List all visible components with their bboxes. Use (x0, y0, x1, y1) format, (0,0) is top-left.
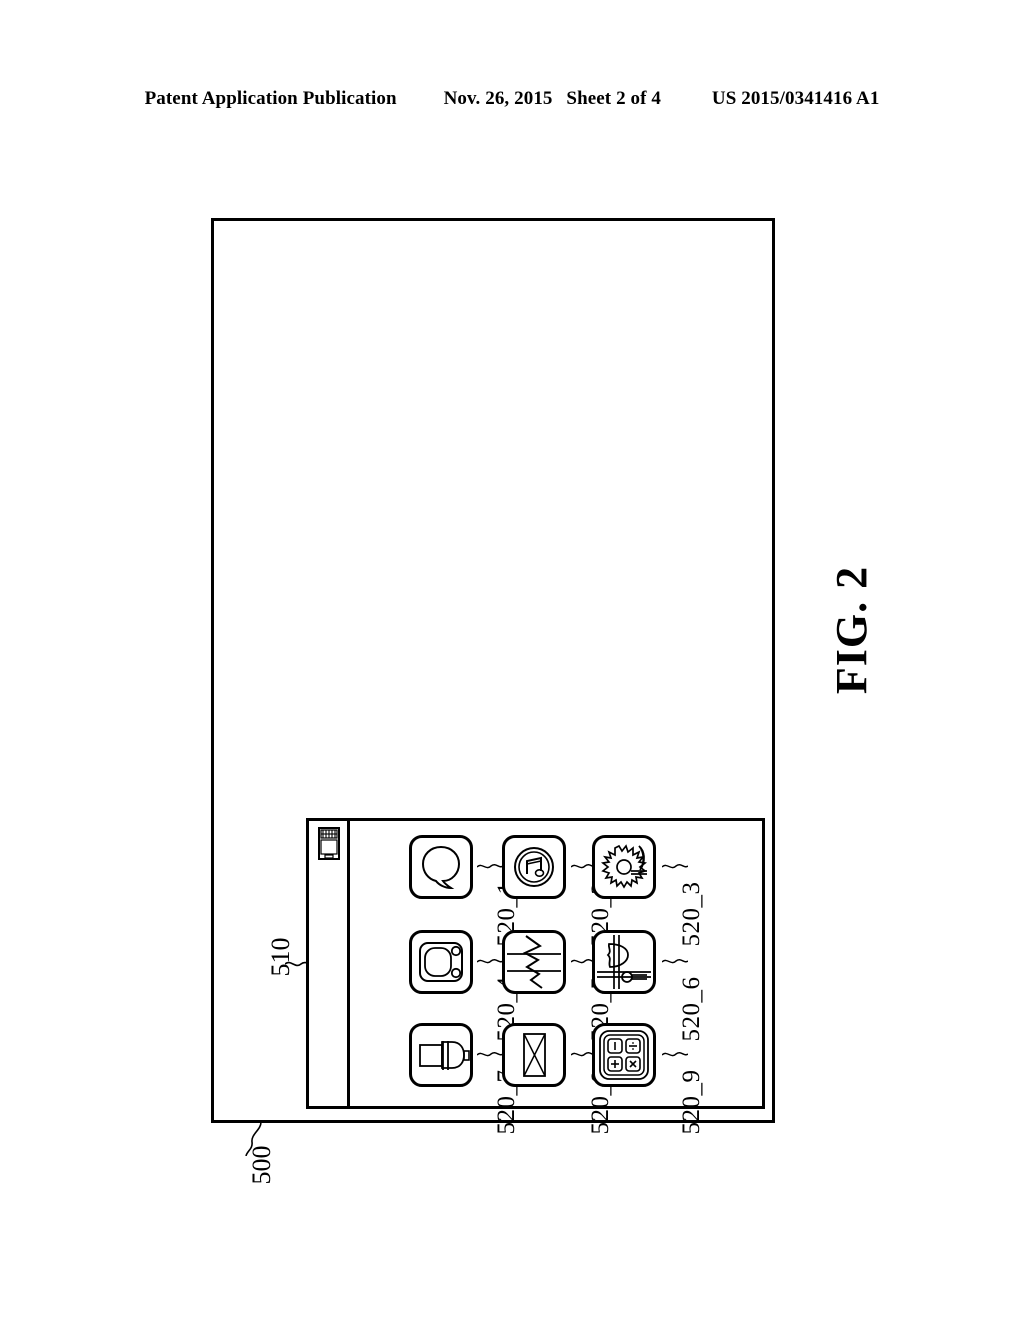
figure-caption: FIG. 2 (827, 565, 876, 695)
app-icon-520_9-box[interactable] (592, 1023, 656, 1087)
app-icon-520_4-box[interactable] (409, 930, 473, 994)
mobile-device-body: 520_1 520_2 520_3 520_4 520_5 520_6 520_… (306, 818, 765, 1135)
label-520_6: 520_6 (678, 976, 705, 1042)
reference-510-label: 510 (266, 937, 295, 977)
app-icon-520_2[interactable] (502, 835, 566, 899)
settings-slider-icon (597, 935, 651, 989)
app-icon-520_5-box[interactable] (502, 930, 566, 994)
calculator-icon (599, 1030, 649, 1080)
app-icon-520_6-box[interactable] (592, 930, 656, 994)
speaker-grille-icon (318, 827, 340, 860)
app-icon-520_7[interactable] (409, 1023, 473, 1087)
sun-moon-icon (600, 844, 648, 889)
label-520_9: 520_9 (678, 1069, 705, 1135)
label-520_3: 520_3 (678, 881, 705, 947)
app-icon-520_8-box[interactable] (502, 1023, 566, 1087)
app-icon-520_1-box[interactable] (409, 835, 473, 899)
app-icon-520_3[interactable] (592, 835, 656, 899)
music-note-icon (514, 847, 554, 887)
speech-bubble-icon (421, 845, 461, 890)
app-icon-520_6[interactable] (592, 930, 656, 994)
flashlight-icon (419, 1041, 470, 1070)
app-icon-520_3-box[interactable] (592, 835, 656, 899)
app-icon-520_5[interactable] (502, 930, 566, 994)
app-icon-520_7-box[interactable] (409, 1023, 473, 1087)
camera-icon (419, 942, 463, 982)
app-icon-520_9[interactable] (592, 1023, 656, 1087)
header-patent-number: US 2015/0341416 A1 (711, 88, 880, 109)
app-icon-520_2-box[interactable] (502, 835, 566, 899)
page-header: Patent Application Publication Nov. 26, … (0, 88, 1024, 110)
app-icon-520_8[interactable] (502, 1023, 566, 1087)
header-date-label: Nov. 26, 2015 (443, 88, 553, 109)
device-bezel-divider (347, 821, 350, 1106)
header-sheet-label: Sheet 2 of 4 (566, 88, 662, 109)
reference-500-label: 500 (247, 1145, 276, 1185)
header-publication-label: Patent Application Publication (144, 88, 397, 109)
app-icon-520_1[interactable] (409, 835, 473, 899)
app-icon-520_4[interactable] (409, 930, 473, 994)
zigzag-chart-icon (507, 935, 561, 989)
envelope-icon (523, 1033, 546, 1077)
